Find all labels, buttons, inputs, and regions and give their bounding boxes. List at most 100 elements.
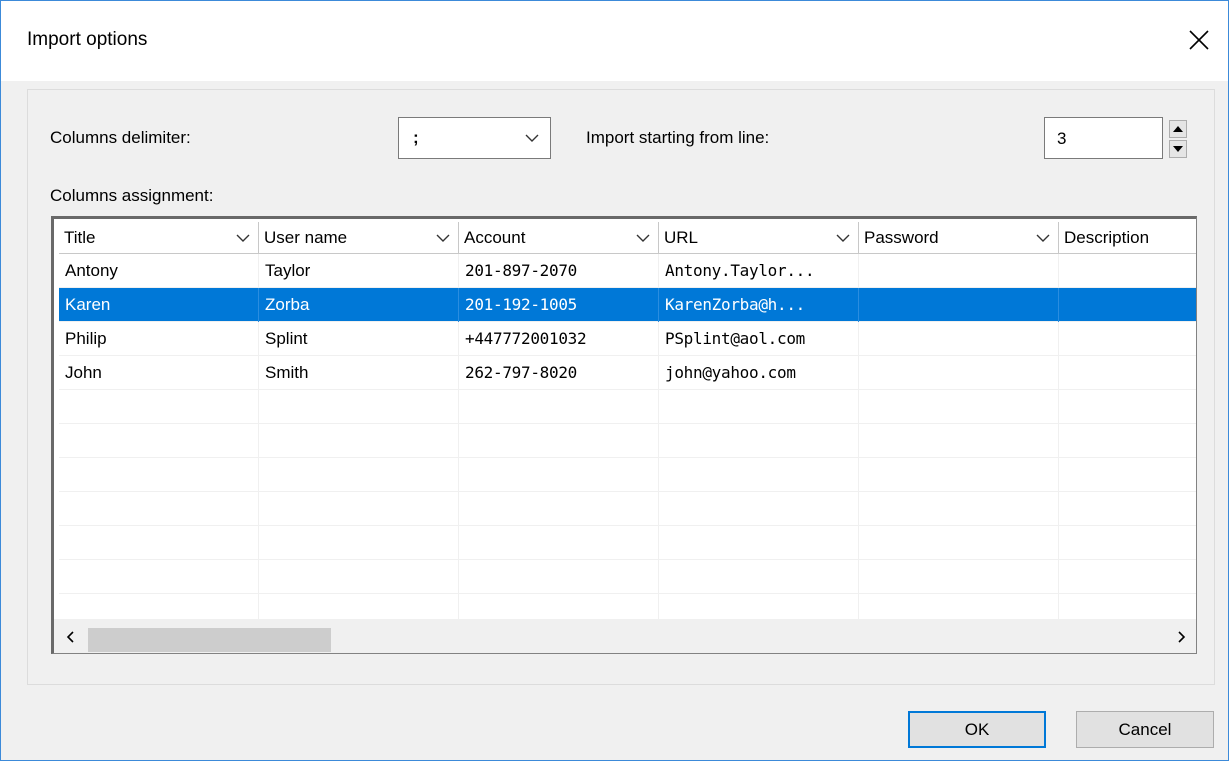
horizontal-scrollbar[interactable] (54, 619, 1196, 653)
table-cell: 262-797-8020 (459, 356, 659, 390)
table-cell (59, 390, 259, 424)
table-cell (259, 390, 459, 424)
triangle-down-icon (1173, 146, 1183, 152)
close-icon (1189, 30, 1209, 50)
table-cell (859, 560, 1059, 594)
table-row[interactable]: John Smith 262-797-8020 john@yahoo.com (59, 356, 1196, 390)
table-row[interactable]: Karen Zorba 201-192-1005 KarenZorba@h... (59, 288, 1196, 322)
chevron-right-icon (1177, 631, 1185, 643)
table-cell (659, 526, 859, 560)
table-cell: Splint (259, 322, 459, 356)
column-header-label: Description (1064, 228, 1150, 247)
table-cell: KarenZorba@h... (659, 288, 859, 322)
table-row[interactable]: Philip Splint +447772001032 PSplint@aol.com (59, 322, 1196, 356)
table-cell (1059, 322, 1196, 356)
table-cell (659, 424, 859, 458)
table-row[interactable] (59, 424, 1196, 458)
table-cell: Taylor (259, 254, 459, 288)
column-header-label: Password (864, 228, 939, 247)
delimiter-label: Columns delimiter: (50, 128, 191, 147)
import-options-dialog: Import options Columns delimiter: ; Impo… (0, 0, 1229, 761)
table-cell (859, 492, 1059, 526)
table-cell (259, 560, 459, 594)
column-header[interactable]: User name (259, 222, 459, 254)
table-cell (859, 390, 1059, 424)
table-cell (859, 288, 1059, 322)
table-row[interactable]: Antony Taylor 201-897-2070 Antony.Taylor... (59, 254, 1196, 288)
table-cell (1059, 458, 1196, 492)
column-header[interactable]: URL (659, 222, 859, 254)
chevron-down-icon (1036, 234, 1050, 242)
table-cell (859, 356, 1059, 390)
table-cell (1059, 492, 1196, 526)
scrollbar-thumb[interactable] (88, 628, 331, 652)
options-group: Columns delimiter: ; Import starting fro… (27, 89, 1215, 685)
table-cell: PSplint@aol.com (659, 322, 859, 356)
table-cell: Karen (59, 288, 259, 322)
chevron-left-icon (66, 631, 74, 643)
table-cell: 201-897-2070 (459, 254, 659, 288)
table-cell (259, 424, 459, 458)
table-cell (59, 424, 259, 458)
table-cell (1059, 424, 1196, 458)
spin-up-button[interactable] (1169, 120, 1187, 138)
table-cell (1059, 526, 1196, 560)
chevron-down-icon (636, 234, 650, 242)
table-cell (259, 492, 459, 526)
table-row[interactable] (59, 492, 1196, 526)
table-cell (859, 322, 1059, 356)
column-header[interactable]: Password (859, 222, 1059, 254)
scroll-left-button[interactable] (54, 620, 86, 653)
table-cell (259, 526, 459, 560)
table-cell (459, 424, 659, 458)
scroll-right-button[interactable] (1165, 620, 1196, 653)
dialog-title: Import options (27, 29, 148, 50)
table-cell (859, 254, 1059, 288)
delimiter-combobox[interactable]: ; (398, 117, 551, 159)
table-cell (459, 560, 659, 594)
table-cell (1059, 560, 1196, 594)
column-header[interactable]: Title (59, 222, 259, 254)
columns-assignment-label: Columns assignment: (50, 186, 214, 205)
start-line-input[interactable]: 3 (1044, 117, 1163, 159)
table-cell: 201-192-1005 (459, 288, 659, 322)
close-button[interactable] (1170, 15, 1228, 65)
column-header[interactable]: Account (459, 222, 659, 254)
chevron-down-icon (836, 234, 850, 242)
chevron-down-icon (436, 234, 450, 242)
table-cell (859, 424, 1059, 458)
table-cell: +447772001032 (459, 322, 659, 356)
table-cell (1059, 288, 1196, 322)
ok-button[interactable]: OK (908, 711, 1046, 748)
chevron-down-icon (525, 134, 539, 142)
table-cell (1059, 254, 1196, 288)
cancel-button[interactable]: Cancel (1076, 711, 1214, 748)
table-cell (859, 458, 1059, 492)
table-row[interactable] (59, 560, 1196, 594)
table-cell: Smith (259, 356, 459, 390)
table-cell (459, 492, 659, 526)
table-cell (659, 560, 859, 594)
column-header[interactable]: Description (1059, 222, 1196, 254)
columns-grid[interactable]: Title User name Account URL Password Descript… (51, 216, 1197, 654)
table-cell (259, 458, 459, 492)
table-cell: John (59, 356, 259, 390)
column-header-label: Title (64, 228, 96, 247)
table-cell: Zorba (259, 288, 459, 322)
start-line-value: 3 (1057, 129, 1067, 148)
table-cell: Antony (59, 254, 259, 288)
delimiter-value: ; (413, 128, 419, 147)
column-header-label: URL (664, 228, 699, 247)
table-cell (659, 458, 859, 492)
table-cell (459, 526, 659, 560)
table-cell (1059, 390, 1196, 424)
table-row[interactable] (59, 458, 1196, 492)
table-row[interactable] (59, 526, 1196, 560)
start-line-label: Import starting from line: (586, 128, 770, 147)
grid-header: Title User name Account URL Password Descript… (59, 222, 1196, 254)
table-cell (59, 492, 259, 526)
column-header-label: Account (464, 228, 526, 247)
spin-down-button[interactable] (1169, 140, 1187, 158)
table-cell (59, 560, 259, 594)
table-row[interactable] (59, 390, 1196, 424)
